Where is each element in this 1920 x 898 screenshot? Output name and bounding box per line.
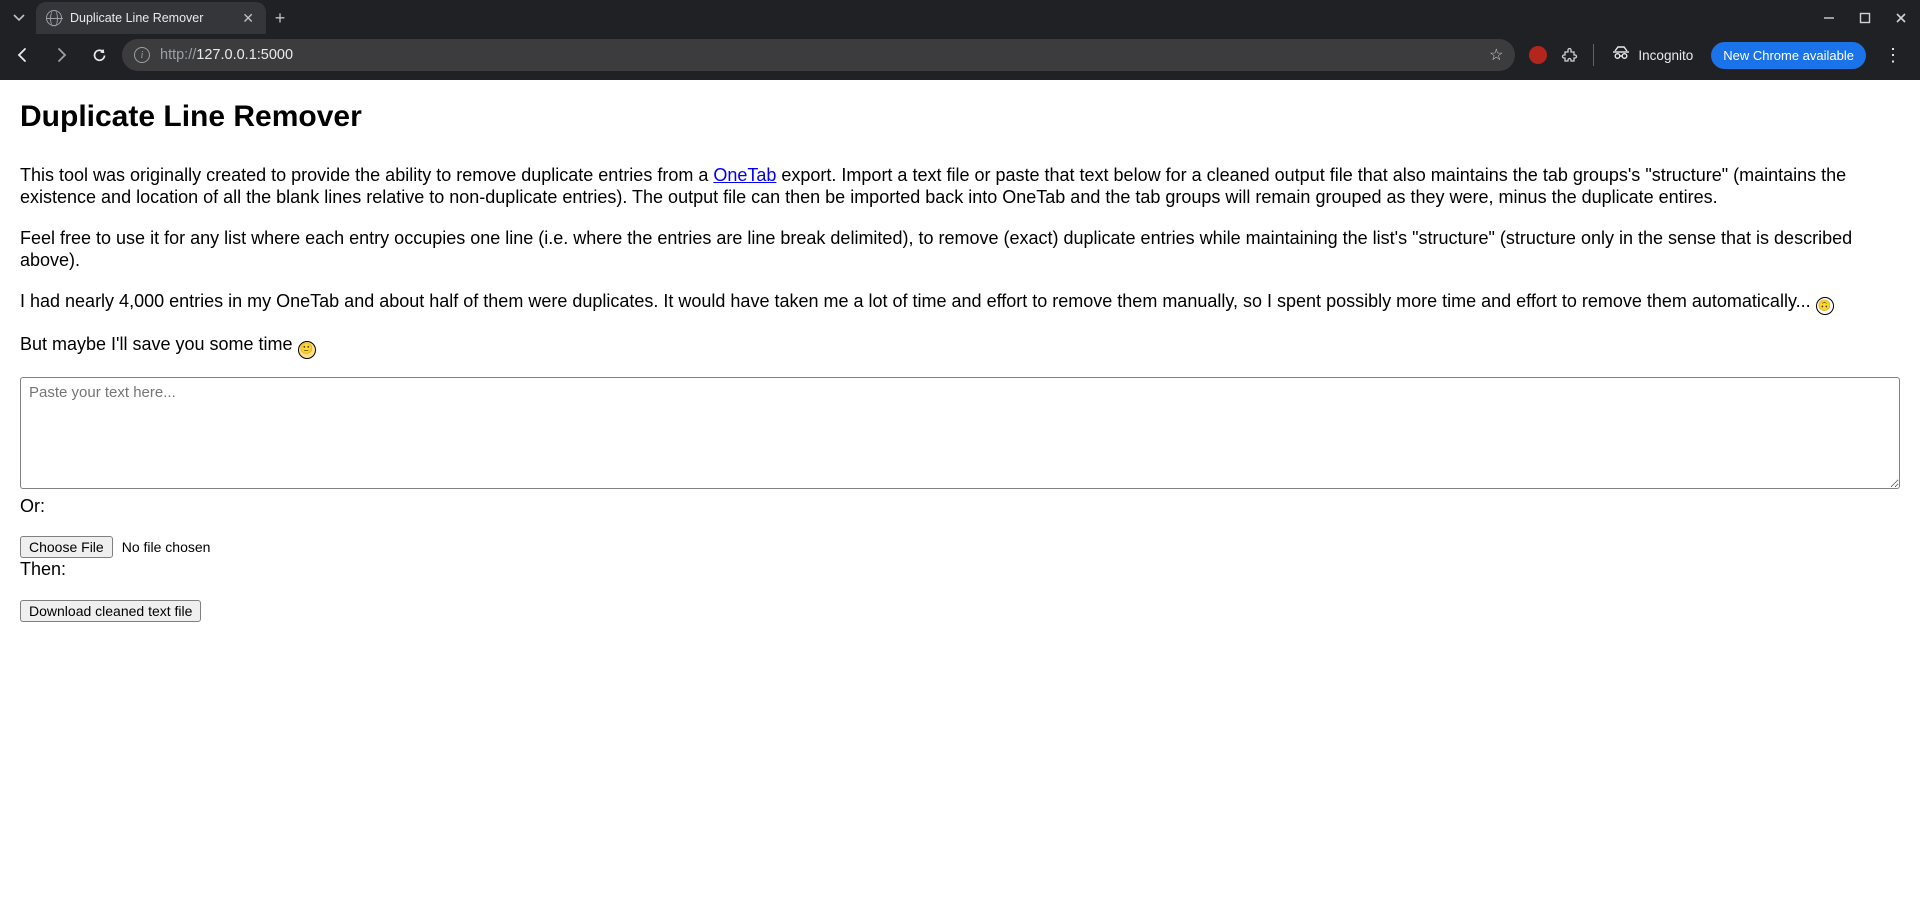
- extensions-icon[interactable]: [1561, 46, 1579, 64]
- back-button[interactable]: [8, 40, 38, 70]
- tab-search-button[interactable]: [6, 5, 32, 31]
- incognito-icon: [1612, 46, 1630, 65]
- minimize-window-button[interactable]: [1820, 9, 1838, 27]
- tab-title: Duplicate Line Remover: [70, 11, 232, 25]
- chrome-menu-button[interactable]: ⋮: [1880, 45, 1906, 66]
- download-row: Download cleaned text file: [20, 599, 1900, 622]
- intro-text-1: This tool was originally created to prov…: [20, 165, 713, 185]
- choose-file-button[interactable]: Choose File: [20, 536, 113, 558]
- upside-down-face-icon: 🙃: [1816, 297, 1834, 315]
- story-paragraph: I had nearly 4,000 entries in my OneTab …: [20, 290, 1900, 316]
- onetab-link[interactable]: OneTab: [713, 165, 776, 185]
- closing-paragraph: But maybe I'll save you some time 🙂: [20, 333, 1900, 359]
- browser-toolbar: i http://127.0.0.1:5000 ☆ Incognito New …: [0, 36, 1920, 80]
- url-host-path: 127.0.0.1:5000: [196, 47, 293, 63]
- file-input-row: Choose File No file chosen: [20, 535, 1900, 558]
- story-text: I had nearly 4,000 entries in my OneTab …: [20, 291, 1816, 311]
- smile-face-icon: 🙂: [298, 341, 316, 359]
- new-tab-button[interactable]: +: [266, 8, 294, 29]
- browser-tab-active[interactable]: Duplicate Line Remover ✕: [36, 2, 266, 34]
- download-button[interactable]: Download cleaned text file: [20, 600, 201, 622]
- chrome-update-button[interactable]: New Chrome available: [1711, 42, 1866, 69]
- ublock-extension-icon[interactable]: [1529, 46, 1547, 64]
- url-scheme: http://: [160, 47, 196, 63]
- or-label: Or:: [20, 495, 1900, 518]
- close-tab-button[interactable]: ✕: [240, 10, 256, 27]
- reload-button[interactable]: [84, 40, 114, 70]
- incognito-indicator[interactable]: Incognito: [1608, 46, 1697, 65]
- close-window-button[interactable]: [1892, 9, 1910, 27]
- window-controls: [1820, 9, 1920, 27]
- toolbar-separator: [1593, 44, 1594, 66]
- site-info-icon[interactable]: i: [134, 47, 150, 63]
- url-text: http://127.0.0.1:5000: [160, 47, 1479, 63]
- browser-chrome: Duplicate Line Remover ✕ + i: [0, 0, 1920, 80]
- then-label: Then:: [20, 558, 1900, 581]
- usage-paragraph: Feel free to use it for any list where e…: [20, 227, 1900, 272]
- toolbar-right: Incognito New Chrome available ⋮: [1523, 42, 1912, 69]
- tab-strip: Duplicate Line Remover ✕ +: [0, 0, 1920, 36]
- closing-text: But maybe I'll save you some time: [20, 334, 298, 354]
- page-title: Duplicate Line Remover: [20, 98, 1900, 136]
- incognito-label: Incognito: [1638, 48, 1693, 63]
- no-file-chosen-label: No file chosen: [122, 539, 211, 555]
- page-content: Duplicate Line Remover This tool was ori…: [0, 80, 1920, 640]
- paste-textarea[interactable]: [20, 377, 1900, 489]
- globe-icon: [46, 10, 62, 26]
- intro-paragraph: This tool was originally created to prov…: [20, 164, 1900, 209]
- maximize-window-button[interactable]: [1856, 9, 1874, 27]
- bookmark-star-icon[interactable]: ☆: [1489, 45, 1503, 65]
- address-bar[interactable]: i http://127.0.0.1:5000 ☆: [122, 39, 1515, 71]
- forward-button[interactable]: [46, 40, 76, 70]
